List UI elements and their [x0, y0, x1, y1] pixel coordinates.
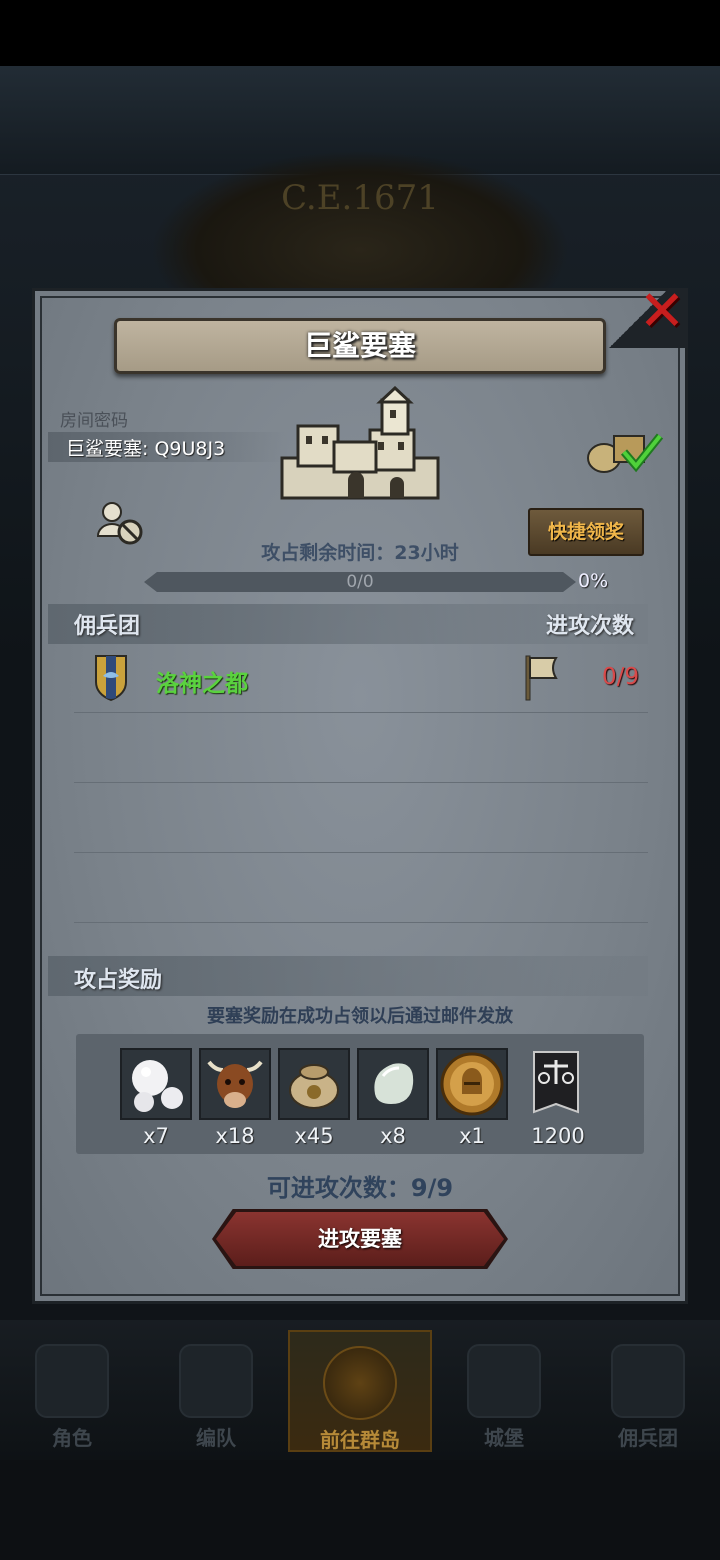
nav-item-islands[interactable]: 前往群岛 — [288, 1330, 432, 1452]
quick-claim-label: 快捷领奖 — [547, 521, 624, 543]
progress-count: 0/0 — [346, 572, 374, 592]
room-password-label: 房间密码 — [60, 411, 128, 431]
coin-bag-icon[interactable] — [278, 1048, 350, 1120]
no-members-icon — [96, 502, 143, 545]
nav-label: 角色 — [52, 1426, 92, 1450]
reward-qty: x8 — [380, 1124, 406, 1148]
empty-row — [74, 784, 648, 853]
title-plate: 巨鲨要塞 — [114, 318, 606, 374]
attack-fortress-button[interactable]: 进攻要塞 — [216, 1212, 504, 1266]
attack-count: 0/9 — [602, 664, 640, 690]
nav-label: 城堡 — [484, 1426, 524, 1450]
reward-qty: x1 — [459, 1124, 485, 1148]
mercenary-column-header: 佣兵团 — [74, 614, 141, 639]
dialog-title: 巨鲨要塞 — [303, 329, 416, 362]
loot-collected-icon — [587, 433, 664, 473]
empty-row — [74, 714, 648, 783]
nav-item-castle[interactable]: 城堡 — [432, 1330, 576, 1452]
flag-icon — [525, 655, 558, 701]
cow-icon[interactable] — [199, 1048, 271, 1120]
attack-count-column-header: 进攻次数 — [546, 614, 635, 639]
empty-row — [74, 854, 648, 923]
island-compass-icon — [323, 1346, 397, 1420]
time-remaining: 攻占剩余时间：23小时 — [261, 542, 459, 564]
reward-qty: x18 — [215, 1124, 255, 1148]
reward-qty: 1200 — [531, 1124, 585, 1148]
home-bar — [0, 1460, 720, 1560]
status-bar — [0, 0, 720, 66]
close-icon[interactable]: ✕ — [636, 284, 688, 340]
year-text: C.E.1671 — [281, 178, 439, 218]
remaining-attempts: 可进攻次数：9/9 — [266, 1174, 454, 1202]
helmet-icon — [179, 1344, 253, 1418]
gem-stone-icon[interactable] — [357, 1048, 429, 1120]
quick-claim-button[interactable]: 快捷领奖 — [528, 508, 644, 556]
reward-qty: x45 — [294, 1124, 334, 1148]
knight-medal-icon[interactable] — [436, 1048, 508, 1120]
fortress-castle-icon — [280, 386, 440, 500]
reward-qty: x7 — [143, 1124, 169, 1148]
nav-item-mercenary[interactable]: 佣兵团 — [576, 1330, 720, 1452]
warship-icon — [611, 1344, 685, 1418]
nav-label: 编队 — [196, 1426, 236, 1450]
guild-name[interactable]: 洛神之都 — [156, 664, 248, 698]
nav-item-character[interactable]: 角色 — [0, 1330, 144, 1452]
reward-note: 要塞奖励在成功占领以后通过邮件发放 — [207, 1006, 513, 1027]
nav-label: 前往群岛 — [320, 1428, 400, 1452]
pearl-icon[interactable] — [120, 1048, 192, 1120]
attack-button-label: 进攻要塞 — [318, 1227, 402, 1251]
knight-icon — [35, 1344, 109, 1418]
room-code[interactable]: 巨鲨要塞: Q9U8J3 — [66, 434, 225, 461]
nav-item-formation[interactable]: 编队 — [144, 1330, 288, 1452]
nav-label: 佣兵团 — [618, 1426, 678, 1450]
progress-percent: 0% — [578, 570, 609, 592]
guild-banner-icon[interactable] — [532, 1050, 580, 1118]
castle-icon — [467, 1344, 541, 1418]
guild-shield-icon — [95, 655, 127, 702]
reward-section-header: 攻占奖励 — [74, 968, 163, 993]
